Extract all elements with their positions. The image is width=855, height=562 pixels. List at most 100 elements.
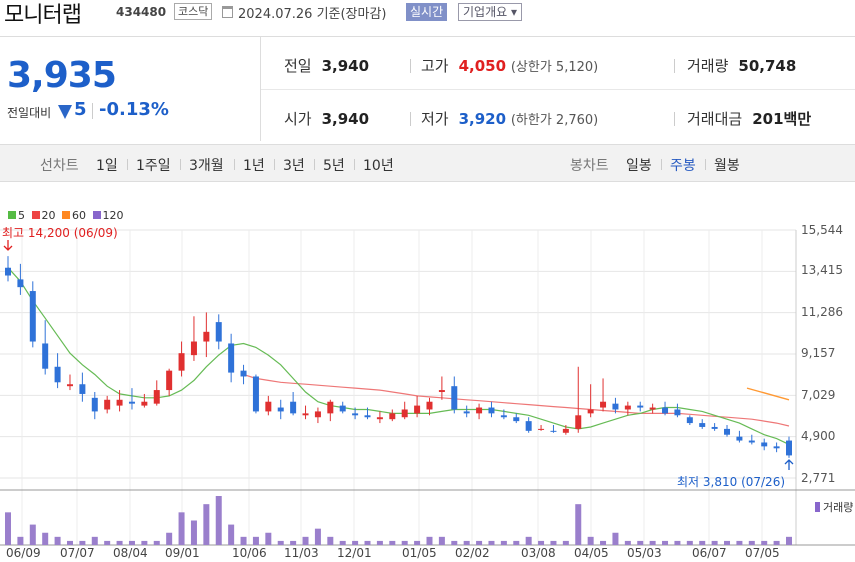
x-tick: 06/07 — [692, 546, 727, 560]
tab-3m[interactable]: 3개월 — [189, 155, 224, 175]
volume-bar — [624, 540, 631, 545]
x-tick: 12/01 — [337, 546, 372, 560]
tab-5y[interactable]: 5년 — [323, 155, 345, 175]
x-tick: 07/07 — [60, 546, 95, 560]
volume-bar — [649, 540, 656, 545]
candle-body — [228, 343, 235, 373]
min-price-label: 최저 3,810 (07/26) — [677, 475, 786, 489]
volume-bar — [17, 536, 24, 545]
candle-body — [203, 331, 210, 342]
x-tick: 01/05 — [402, 546, 437, 560]
x-tick: 05/03 — [627, 546, 662, 560]
candle-body — [104, 399, 111, 410]
stat-high: 고가 4,050 (상한가 5,120) — [421, 57, 599, 75]
y-tick: 11,286 — [801, 305, 843, 319]
market-badge: 코스닥 — [174, 3, 213, 20]
volume-bar — [414, 540, 421, 545]
volume-bar — [389, 540, 396, 545]
candle-body — [624, 405, 631, 410]
stat-amount: 거래대금 201백만 — [687, 110, 812, 128]
candle-body — [153, 390, 160, 404]
tab-weekly[interactable]: 주봉 — [670, 155, 696, 175]
volume-bar — [736, 540, 743, 545]
volume-bar — [600, 540, 607, 545]
candle-body — [389, 413, 396, 420]
realtime-button[interactable]: 실시간 — [406, 3, 448, 21]
volume-bar — [153, 540, 160, 545]
candle-body — [575, 415, 582, 429]
stat-volume: 거래량 50,748 — [687, 57, 797, 75]
max-arrow-icon — [3, 240, 13, 251]
volume-bar — [575, 504, 582, 545]
volume-bar — [178, 512, 185, 545]
volume-bar — [488, 540, 495, 545]
volume-bar — [463, 540, 470, 545]
stock-header: 모니터랩 434480 코스닥 2024.07.26 기준(장마감) 실시간 기… — [0, 0, 855, 28]
candle-body — [141, 401, 148, 406]
stat-open: 시가 3,940 — [284, 110, 370, 128]
stock-name: 모니터랩 — [4, 3, 82, 28]
candle-body — [451, 386, 458, 410]
volume-bar — [166, 532, 173, 545]
diff-label: 전일대비 — [7, 106, 52, 120]
volume-bar — [240, 536, 247, 545]
tab-3y[interactable]: 3년 — [283, 155, 305, 175]
volume-bar — [116, 540, 123, 545]
volume-bar — [562, 540, 569, 545]
volume-bar — [699, 540, 706, 545]
line-chart-label: 선차트 — [40, 158, 79, 174]
tab-1d[interactable]: 1일 — [96, 155, 118, 175]
volume-bar — [228, 524, 235, 545]
volume-bar — [327, 536, 334, 545]
candle-body — [761, 442, 768, 447]
tab-daily[interactable]: 일봉 — [626, 155, 652, 175]
candle-chart-label: 봉차트 — [570, 158, 609, 174]
tab-1w[interactable]: 1주일 — [136, 155, 171, 175]
volume-bar — [141, 540, 148, 545]
candle-body — [438, 390, 445, 393]
stat-prev: 전일 3,940 — [284, 57, 370, 75]
calendar-icon — [222, 6, 233, 18]
candle-body — [550, 430, 557, 432]
chart-tab-bar: 선차트 1일 1주일 3개월 1년 3년 5년 10년 봉차트 일봉 주봉 월봉 — [0, 144, 855, 182]
ma60-line — [746, 387, 790, 401]
company-overview-dropdown[interactable]: 기업개요 ▾ — [458, 3, 522, 21]
candle-body — [302, 413, 309, 416]
candle-body — [166, 370, 173, 391]
y-tick: 15,544 — [801, 223, 843, 237]
candle-body — [562, 428, 569, 433]
min-arrow-icon — [784, 459, 794, 470]
y-tick: 7,029 — [801, 388, 836, 402]
candle-body — [29, 291, 36, 342]
volume-bar — [476, 540, 483, 545]
volume-bar — [525, 536, 532, 545]
volume-legend: 거래량 — [815, 499, 853, 515]
candle-body — [612, 403, 619, 410]
candle-body — [290, 401, 297, 414]
base-date: 2024.07.26 기준(장마감) — [238, 7, 387, 22]
candle-body — [54, 366, 61, 383]
volume-bar — [612, 532, 619, 545]
candle-body — [128, 401, 135, 404]
volume-bar — [265, 532, 272, 545]
volume-bar — [748, 540, 755, 545]
candle-body — [252, 376, 259, 412]
x-tick: 06/09 — [6, 546, 41, 560]
volume-bar — [724, 540, 731, 545]
price-chart[interactable] — [0, 184, 855, 562]
candle-body — [190, 341, 197, 356]
price-diff: 5 — [74, 99, 87, 120]
volume-bar — [290, 540, 297, 545]
tab-10y[interactable]: 10년 — [363, 155, 394, 175]
volume-bar — [364, 540, 371, 545]
volume-bar — [277, 540, 284, 545]
ma5-line — [7, 267, 790, 445]
candle-body — [414, 405, 421, 414]
volume-bar — [438, 536, 445, 545]
tab-1y[interactable]: 1년 — [243, 155, 265, 175]
volume-bar — [314, 528, 321, 545]
volume-bar — [587, 536, 594, 545]
x-tick: 03/08 — [521, 546, 556, 560]
tab-monthly[interactable]: 월봉 — [714, 155, 740, 175]
price-rate: -0.13% — [99, 99, 169, 120]
